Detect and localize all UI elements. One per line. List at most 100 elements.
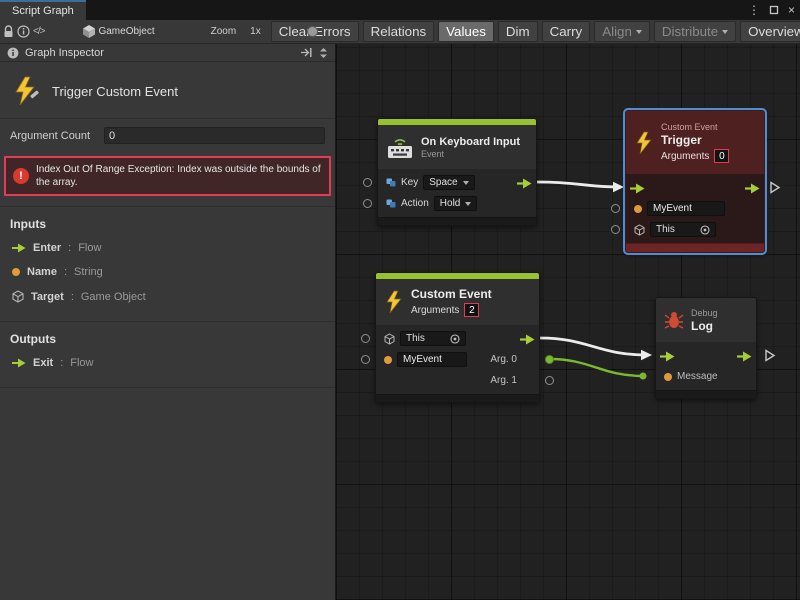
align-button[interactable]: Align	[594, 21, 650, 42]
key-label: Key	[401, 177, 418, 188]
tab-label: Script Graph	[12, 5, 74, 17]
inputs-header: Inputs	[10, 217, 325, 231]
port-row-action: Action Hold	[378, 193, 536, 214]
arg0-label: Arg. 0	[490, 354, 531, 365]
bug-icon	[664, 310, 684, 330]
port-row-key: Key Space	[378, 172, 536, 193]
input-port[interactable]	[363, 178, 372, 187]
flow-output-port[interactable]	[517, 178, 532, 192]
node-custom-event-arguments[interactable]: Custom Event Arguments 2 This	[375, 272, 540, 403]
input-port[interactable]	[363, 199, 372, 208]
flow-output-port[interactable]	[520, 334, 535, 348]
error-icon: !	[13, 168, 29, 184]
inputs-section: Inputs Enter:Flow Name:String Target:Gam…	[0, 207, 335, 321]
mode-type-icon	[386, 199, 396, 208]
action-dropdown[interactable]: Hold	[434, 196, 478, 211]
graph-toolbar: </> GameObject Zoom 1x Clear Errors Rela…	[0, 20, 800, 44]
caret-down-icon	[722, 30, 728, 34]
target-dropdown[interactable]: This	[650, 222, 716, 237]
flow-continuation-marker	[764, 349, 776, 362]
arg1-output-port[interactable]	[545, 376, 554, 385]
outputs-section: Outputs Exit:Flow	[0, 322, 335, 387]
port-row-message: Message	[656, 366, 756, 387]
caret-down-icon	[465, 202, 471, 206]
maximize-icon[interactable]	[769, 5, 779, 15]
graph-inspector-panel: Graph Inspector Trigger Custom Event Arg…	[0, 44, 336, 600]
wire-arg0-to-message[interactable]	[550, 359, 643, 376]
carry-button[interactable]: Carry	[542, 21, 591, 42]
port-row-target: This	[376, 328, 539, 349]
node-debug-log[interactable]: Debug Log Message	[655, 297, 757, 399]
custom-event-icon	[12, 76, 40, 106]
window-menu-icon[interactable]: ⋮	[748, 4, 760, 16]
node-on-keyboard-input[interactable]: On Keyboard Input Event Key Space Action…	[377, 118, 537, 226]
inspector-header-label: Graph Inspector	[25, 47, 104, 59]
overview-button[interactable]: Overview	[740, 21, 800, 42]
gameobject-port-icon	[384, 333, 395, 345]
graph-canvas[interactable]: On Keyboard Input Event Key Space Action…	[336, 44, 800, 600]
flow-arrow-icon	[12, 358, 26, 368]
string-port-icon	[12, 268, 20, 276]
flow-row	[656, 345, 756, 366]
event-name-field[interactable]: MyEvent	[397, 352, 467, 367]
flow-output-port[interactable]	[737, 351, 752, 365]
port-row-name: Name:String	[12, 266, 325, 278]
flow-input-port[interactable]	[630, 183, 645, 197]
port-row-name: MyEvent Arg. 0	[376, 349, 539, 370]
wire-arrowhead	[613, 182, 624, 192]
argument-count-input[interactable]	[104, 127, 325, 144]
arguments-count-field[interactable]: 2	[464, 303, 479, 317]
distribute-button[interactable]: Distribute	[654, 21, 736, 42]
target-dropdown[interactable]: This	[400, 331, 466, 346]
values-button[interactable]: Values	[438, 21, 494, 42]
error-box: ! Index Out Of Range Exception: Index wa…	[4, 156, 331, 196]
edit-graph-icon[interactable]: </>	[33, 23, 44, 41]
arguments-count-field[interactable]: 0	[714, 149, 729, 163]
arg1-label: Arg. 1	[490, 375, 531, 386]
gameobject-picker[interactable]: GameObject	[98, 26, 154, 37]
relations-button[interactable]: Relations	[363, 21, 435, 42]
info-toggle-icon[interactable]	[17, 23, 30, 41]
node-trigger-custom-event[interactable]: Custom Event Trigger Arguments 0 MyEvent	[625, 110, 765, 253]
action-label: Action	[401, 198, 429, 209]
flow-row	[626, 177, 764, 198]
tab-script-graph[interactable]: Script Graph	[0, 0, 86, 20]
dock-icon[interactable]	[300, 47, 313, 58]
gameobject-port-icon	[634, 224, 645, 236]
port-row-target: Target:Game Object	[12, 290, 325, 303]
unity-cube-icon	[82, 23, 96, 41]
caret-down-icon	[463, 181, 469, 185]
argument-count-label: Argument Count	[10, 130, 96, 142]
value-port-dot[interactable]	[640, 373, 647, 380]
node-subtitle: Event	[421, 149, 520, 159]
port-row-exit: Exit:Flow	[12, 357, 325, 369]
key-dropdown[interactable]: Space	[423, 175, 474, 190]
zoom-value: 1x	[250, 26, 261, 37]
port-row-enter: Enter:Flow	[12, 242, 325, 254]
arg0-output-port[interactable]	[545, 355, 554, 364]
port-row-name: MyEvent	[626, 198, 764, 219]
input-port[interactable]	[611, 204, 620, 213]
node-title: On Keyboard Input	[421, 136, 520, 148]
dim-button[interactable]: Dim	[498, 21, 538, 42]
input-port[interactable]	[611, 225, 620, 234]
scroll-arrows-icon[interactable]	[319, 47, 328, 59]
flow-output-port[interactable]	[745, 183, 760, 197]
flow-input-port[interactable]	[660, 351, 675, 365]
message-port-icon	[664, 373, 672, 381]
flow-arrow-icon	[12, 243, 26, 253]
keycode-type-icon	[386, 178, 396, 187]
input-port[interactable]	[361, 355, 370, 364]
lock-icon[interactable]	[3, 23, 14, 41]
event-name-field[interactable]: MyEvent	[647, 201, 725, 216]
node-title: Custom Event	[411, 287, 492, 301]
node-kind: Debug	[691, 308, 718, 318]
inspector-node-title: Trigger Custom Event	[52, 84, 178, 99]
wire-args-to-debug[interactable]	[540, 338, 647, 355]
node-footer	[378, 217, 536, 225]
keyboard-icon	[386, 135, 414, 159]
node-title: Trigger	[661, 133, 729, 147]
close-icon[interactable]: ×	[788, 4, 795, 16]
input-port[interactable]	[361, 334, 370, 343]
wire-keyboard-to-trigger[interactable]	[537, 182, 619, 187]
